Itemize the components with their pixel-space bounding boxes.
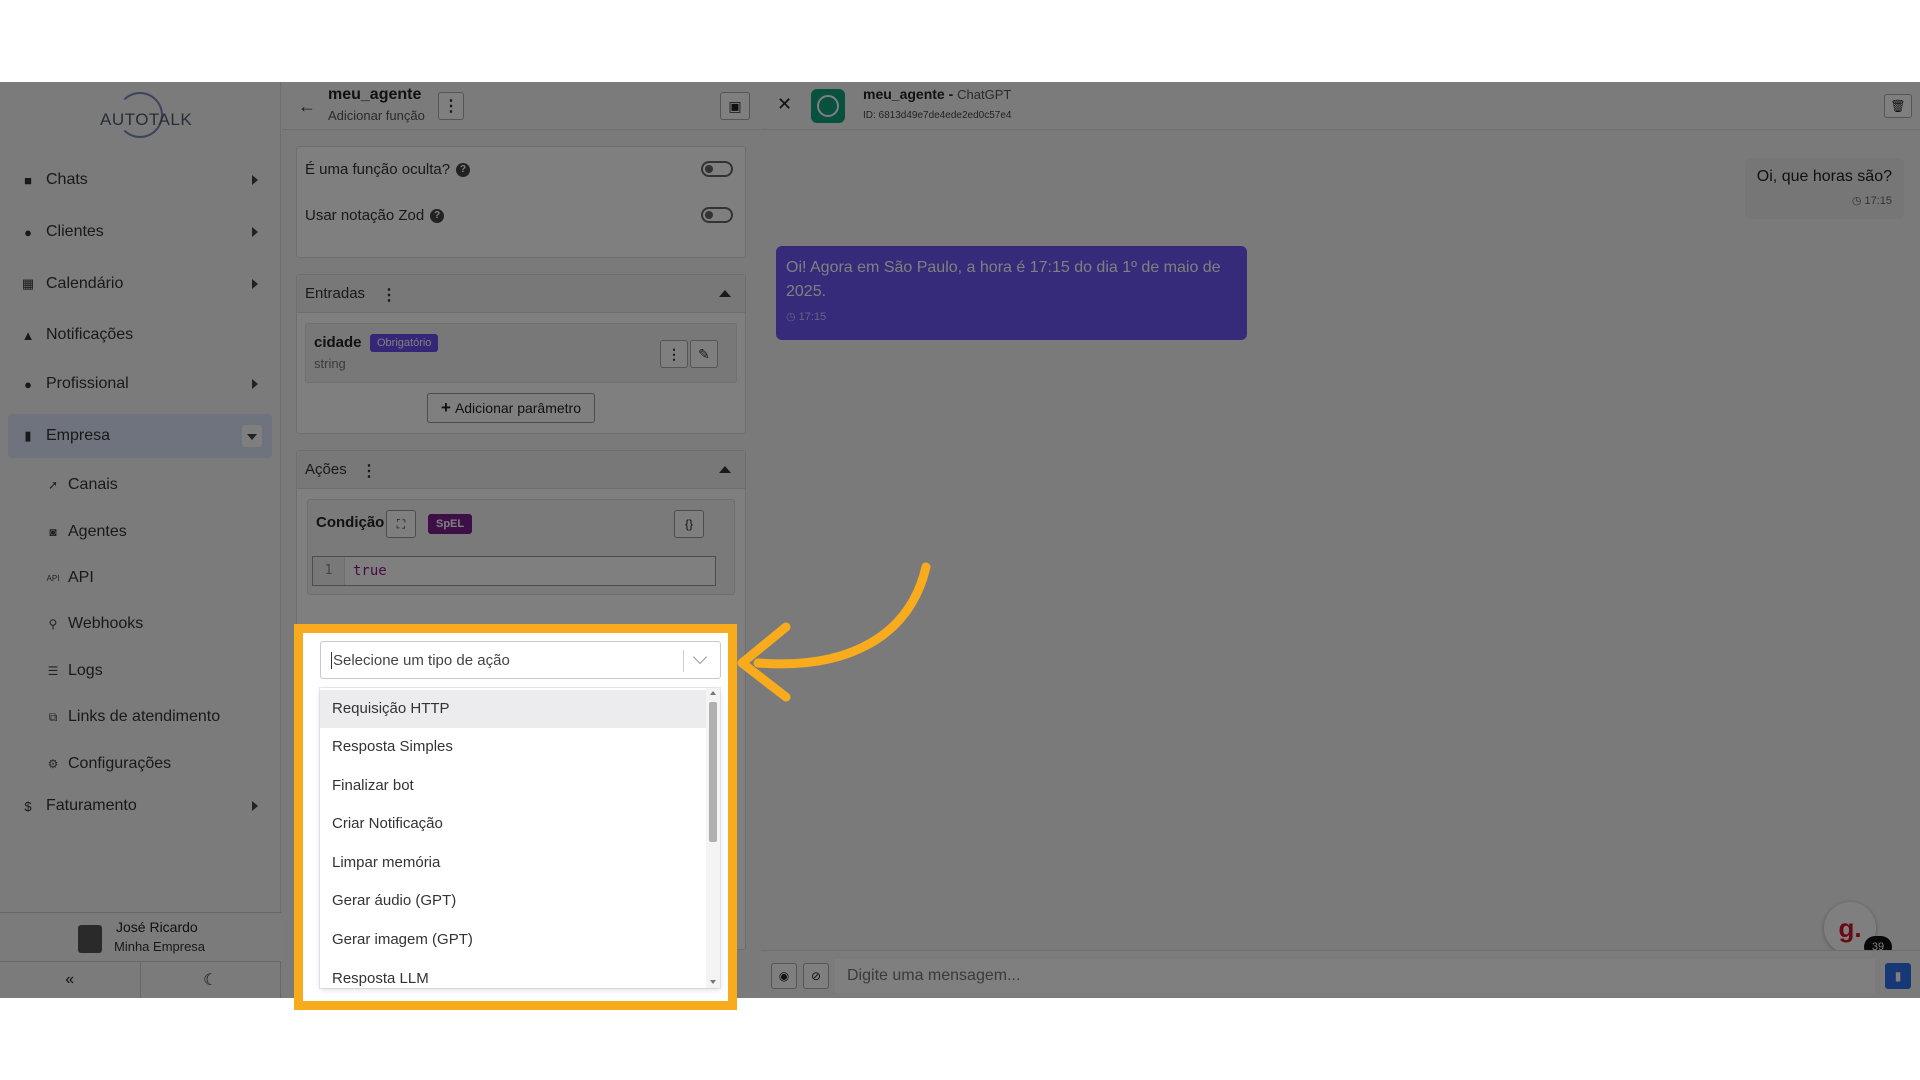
option-criar-notificacao[interactable]: Criar Notificação: [320, 805, 706, 843]
option-requisicao-http[interactable]: Requisição HTTP: [320, 690, 706, 728]
scroll-down-arrow-icon[interactable]: [710, 980, 716, 984]
option-gerar-audio[interactable]: Gerar áudio (GPT): [320, 882, 706, 920]
action-type-select[interactable]: Selecione um tipo de ação: [320, 641, 721, 679]
select-separator: [683, 650, 684, 672]
chevron-down-icon[interactable]: [692, 649, 708, 665]
option-finalizar-bot[interactable]: Finalizar bot: [320, 767, 706, 805]
option-gerar-imagem[interactable]: Gerar imagem (GPT): [320, 921, 706, 959]
option-resposta-llm[interactable]: Resposta LLM: [320, 960, 706, 988]
scroll-up-arrow-icon[interactable]: [710, 691, 716, 695]
action-type-placeholder: Selecione um tipo de ação: [331, 652, 510, 669]
options-scrollbar[interactable]: [706, 688, 720, 988]
action-type-options: Requisição HTTP Resposta Simples Finaliz…: [320, 688, 720, 988]
option-resposta-simples[interactable]: Resposta Simples: [320, 728, 706, 766]
scroll-thumb[interactable]: [709, 702, 717, 842]
modal-dim-overlay: [0, 82, 1920, 998]
option-limpar-memoria[interactable]: Limpar memória: [320, 844, 706, 882]
pointing-arrow-icon: [737, 562, 931, 702]
